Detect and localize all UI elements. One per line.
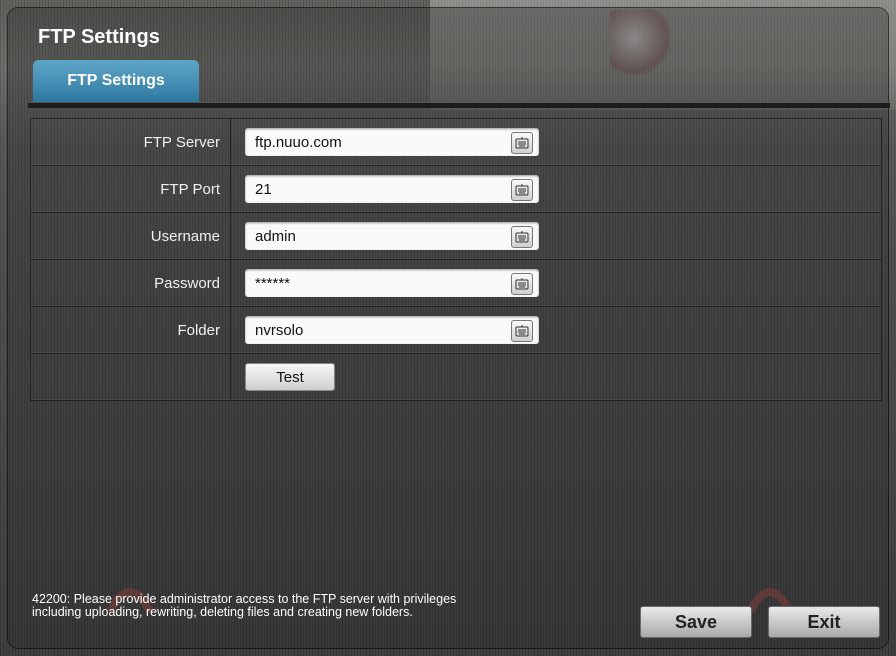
- form-row-password: Password ******: [30, 260, 882, 307]
- form-row-ftp-server: FTP Server ftp.nuuo.com: [30, 119, 882, 166]
- password-input[interactable]: ******: [245, 269, 539, 297]
- username-input[interactable]: admin: [245, 222, 539, 250]
- ftp-server-input[interactable]: ftp.nuuo.com: [245, 128, 539, 156]
- form-row-folder: Folder nvrsolo: [30, 307, 882, 354]
- exit-button[interactable]: Exit: [768, 606, 880, 638]
- ftp-port-value: 21: [255, 180, 272, 198]
- keyboard-icon[interactable]: [511, 320, 533, 342]
- test-button[interactable]: Test: [245, 363, 335, 391]
- folder-label: Folder: [31, 307, 231, 353]
- ftp-port-label: FTP Port: [31, 166, 231, 212]
- username-label: Username: [31, 213, 231, 259]
- ftp-form: FTP Server ftp.nuuo.com FTP Port 21 User…: [30, 118, 882, 401]
- password-label: Password: [31, 260, 231, 306]
- window-title: FTP Settings: [38, 26, 160, 48]
- form-row-ftp-port: FTP Port 21: [30, 166, 882, 213]
- keyboard-icon[interactable]: [511, 273, 533, 295]
- tab-underline: [28, 102, 890, 108]
- username-value: admin: [255, 227, 296, 245]
- save-button[interactable]: Save: [640, 606, 752, 638]
- ftp-port-input[interactable]: 21: [245, 175, 539, 203]
- help-note: 42200: Please provide administrator acce…: [32, 592, 457, 619]
- empty-label-cell: [31, 354, 231, 400]
- form-row-test: Test: [30, 354, 882, 401]
- ftp-server-label: FTP Server: [31, 119, 231, 165]
- folder-input[interactable]: nvrsolo: [245, 316, 539, 344]
- folder-value: nvrsolo: [255, 321, 304, 339]
- password-value: ******: [255, 274, 291, 292]
- keyboard-icon[interactable]: [511, 179, 533, 201]
- ftp-server-value: ftp.nuuo.com: [255, 133, 342, 151]
- tab-ftp-settings[interactable]: FTP Settings: [33, 60, 199, 102]
- keyboard-icon[interactable]: [511, 226, 533, 248]
- keyboard-icon[interactable]: [511, 132, 533, 154]
- form-row-username: Username admin: [30, 213, 882, 260]
